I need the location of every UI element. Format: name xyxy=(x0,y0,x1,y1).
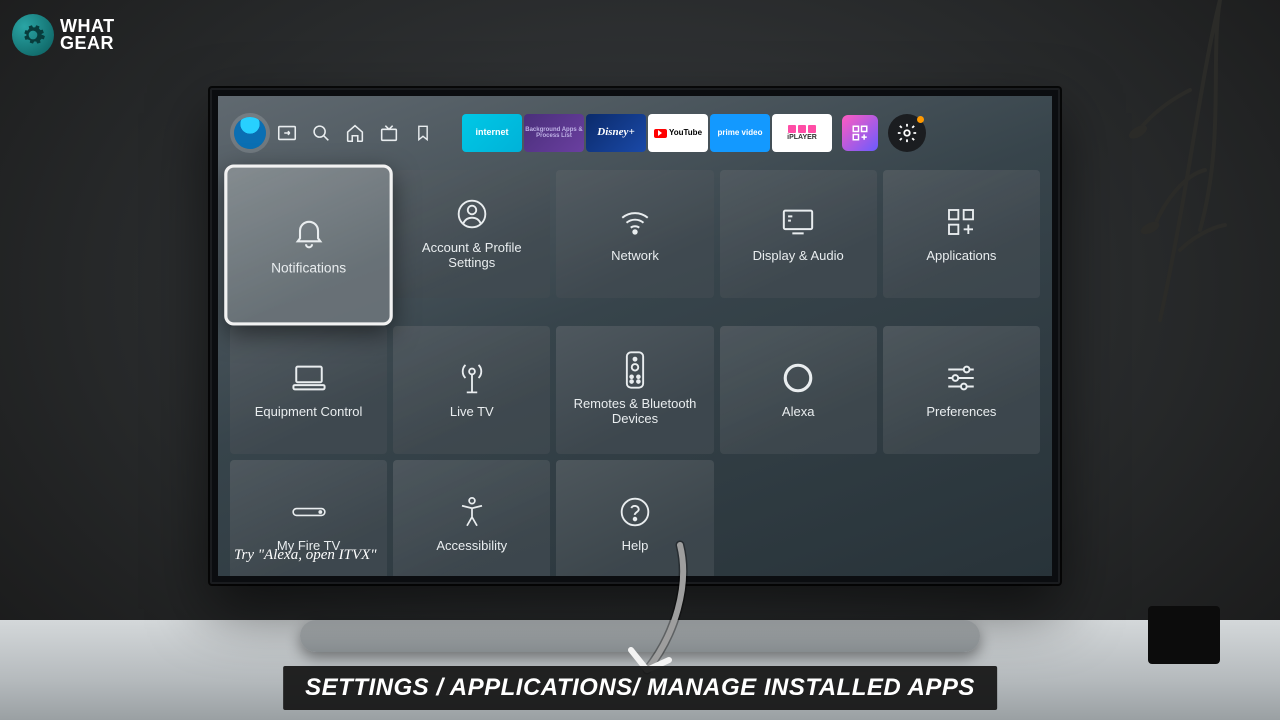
apps-icon xyxy=(944,205,978,239)
person-icon xyxy=(455,197,489,231)
search-icon[interactable] xyxy=(308,120,334,146)
plant-decor xyxy=(1050,0,1250,400)
remote-icon xyxy=(618,353,652,387)
app-strip: internet Background Apps & Process List … xyxy=(462,114,832,152)
bell-icon xyxy=(291,214,327,250)
tile-display[interactable]: Display & Audio xyxy=(720,170,877,298)
display-icon xyxy=(781,205,815,239)
antenna-icon xyxy=(455,361,489,395)
live-icon[interactable] xyxy=(376,120,402,146)
app-iplayer[interactable]: iPLAYER xyxy=(772,114,832,152)
profile-avatar[interactable] xyxy=(234,117,266,149)
tv-screen: internet Background Apps & Process List … xyxy=(218,96,1052,576)
tv-frame: internet Background Apps & Process List … xyxy=(210,88,1060,584)
speaker-box xyxy=(1148,606,1220,664)
watermark-line2: GEAR xyxy=(60,35,115,52)
top-nav: internet Background Apps & Process List … xyxy=(234,114,1040,152)
firetv-icon xyxy=(292,495,326,529)
tile-preferences[interactable]: Preferences xyxy=(883,326,1040,454)
caption-overlay: SETTINGS / APPLICATIONS/ MANAGE INSTALLE… xyxy=(283,666,997,710)
settings-grid: Notifications Account & Profile Settings… xyxy=(230,170,1040,576)
tile-equipment[interactable]: Equipment Control xyxy=(230,326,387,454)
tile-remotes[interactable]: Remotes & Bluetooth Devices xyxy=(556,326,713,454)
inputs-icon[interactable] xyxy=(274,120,300,146)
tile-empty xyxy=(883,460,1040,576)
app-youtube[interactable]: YouTube xyxy=(648,114,708,152)
apps-grid-button[interactable] xyxy=(842,115,878,151)
sliders-icon xyxy=(944,361,978,395)
home-icon[interactable] xyxy=(342,120,368,146)
tile-notifications[interactable]: Notifications xyxy=(225,166,392,325)
tile-alexa[interactable]: Alexa xyxy=(720,326,877,454)
app-internet[interactable]: internet xyxy=(462,114,522,152)
help-icon xyxy=(618,495,652,529)
channel-watermark: WHAT GEAR xyxy=(12,14,115,56)
bookmark-icon[interactable] xyxy=(410,120,436,146)
wifi-icon xyxy=(618,205,652,239)
tile-network[interactable]: Network xyxy=(556,170,713,298)
app-background[interactable]: Background Apps & Process List xyxy=(524,114,584,152)
settings-button[interactable] xyxy=(888,114,926,152)
app-primevideo[interactable]: prime video xyxy=(710,114,770,152)
tile-livetv[interactable]: Live TV xyxy=(393,326,550,454)
alexa-hint: Try "Alexa, open ITVX" xyxy=(234,547,377,564)
tile-applications[interactable]: Applications xyxy=(883,170,1040,298)
gear-logo-icon xyxy=(12,14,54,56)
accessibility-icon xyxy=(455,495,489,529)
tile-account[interactable]: Account & Profile Settings xyxy=(393,170,550,298)
tile-empty xyxy=(720,460,877,576)
alexa-icon xyxy=(781,361,815,395)
tile-accessibility[interactable]: Accessibility xyxy=(393,460,550,576)
equipment-icon xyxy=(292,361,326,395)
app-disney[interactable]: Disney+ xyxy=(586,114,646,152)
